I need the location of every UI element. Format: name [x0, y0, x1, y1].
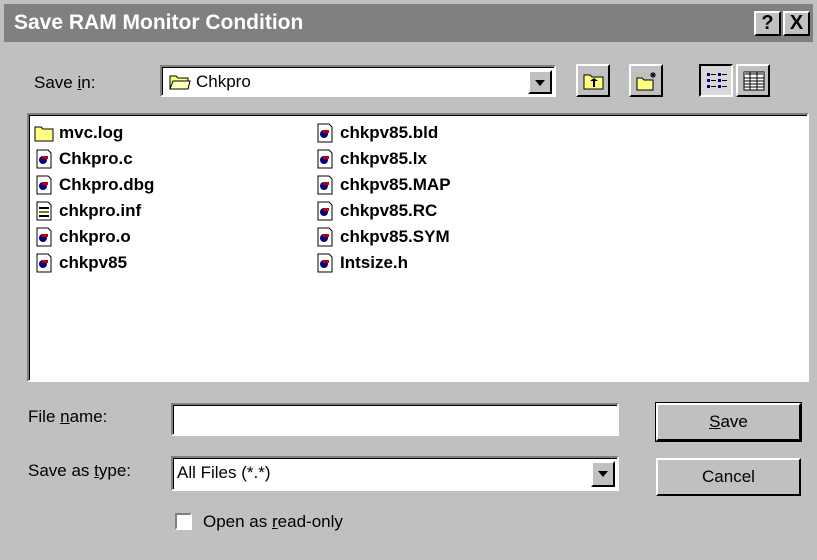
file-icon: [317, 149, 333, 169]
read-only-label[interactable]: Open as read-only: [203, 512, 343, 532]
save-as-type-value: All Files (*.*): [177, 463, 271, 482]
list-view-icon: [707, 73, 727, 88]
save-as-type-select[interactable]: All Files (*.*): [171, 456, 619, 491]
dialog-title: Save RAM Monitor Condition: [14, 11, 304, 34]
save-in-value: Chkpro: [196, 72, 251, 91]
details-view-icon: [743, 71, 765, 91]
up-folder-icon: [583, 74, 604, 90]
save-in-dropdown-button[interactable]: [528, 70, 552, 94]
read-only-checkbox[interactable]: [175, 513, 192, 530]
file-icon: [317, 227, 333, 247]
new-folder-icon: [636, 72, 656, 91]
cancel-button[interactable]: Cancel: [656, 458, 801, 496]
close-button[interactable]: X: [783, 11, 810, 36]
file-icon: [36, 149, 52, 169]
save-dialog: Save RAM Monitor Condition ? X Save in: …: [0, 0, 817, 560]
open-folder-icon: [169, 75, 191, 90]
file-icon: [317, 201, 333, 221]
title-bar[interactable]: Save RAM Monitor Condition ? X: [4, 4, 813, 42]
file-icon: [36, 175, 52, 195]
file-list[interactable]: mvc.log Chkpro.c Chkpro.dbg chkpro.inf c…: [27, 113, 809, 382]
up-one-level-button[interactable]: [576, 64, 610, 97]
config-file-icon: [36, 201, 52, 221]
file-icon: [317, 253, 333, 273]
file-icon: [36, 253, 52, 273]
save-in-label: Save in:: [34, 73, 96, 92]
help-button[interactable]: ?: [754, 11, 781, 36]
details-view-button[interactable]: [736, 64, 770, 97]
chevron-down-icon: [535, 80, 545, 86]
save-button[interactable]: Save: [655, 402, 802, 442]
list-view-button[interactable]: [699, 64, 733, 97]
folder-icon: [34, 126, 54, 142]
save-as-type-dropdown-button[interactable]: [591, 461, 615, 487]
new-folder-button[interactable]: [629, 64, 663, 97]
save-in-combo[interactable]: Chkpro: [160, 65, 556, 97]
file-name-label: File name:: [28, 407, 108, 426]
file-icon: [36, 227, 52, 247]
file-icon: [317, 123, 333, 143]
file-icon: [317, 175, 333, 195]
save-as-type-label: Save as type:: [28, 461, 132, 480]
chevron-down-icon: [598, 471, 608, 477]
file-name-input[interactable]: [171, 403, 619, 436]
